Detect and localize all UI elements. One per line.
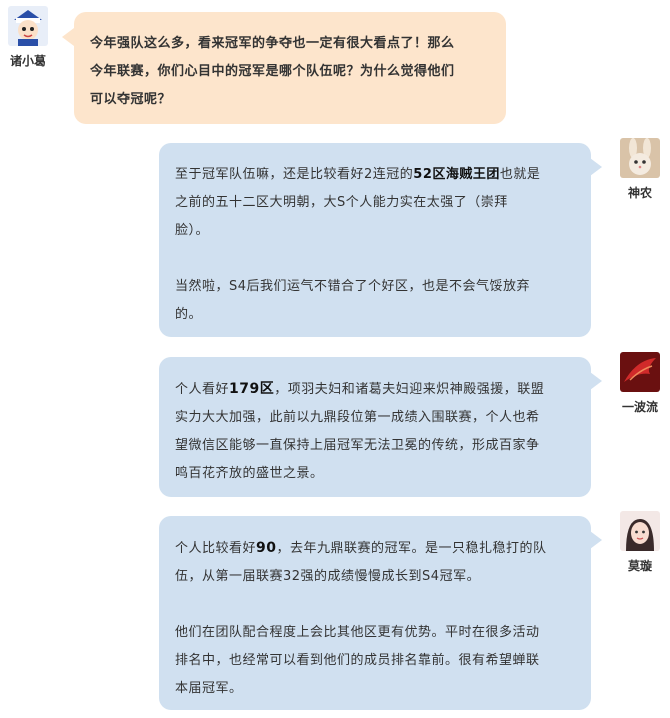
message-bubble: 个人看好179区，项羽夫妇和诸葛夫妇迎来炽神殿强援，联盟 实力大大加强，此前以九… bbox=[159, 357, 591, 497]
message-text: 个人比较看好 bbox=[175, 541, 257, 556]
avatar-moxuan[interactable] bbox=[620, 511, 660, 551]
sender-name: 神农 bbox=[627, 186, 652, 200]
bubble-tail bbox=[62, 28, 74, 46]
red-bird-icon bbox=[620, 352, 660, 392]
bubble-tail bbox=[590, 158, 602, 176]
highlight-team: 90 bbox=[256, 540, 277, 556]
message-text: 也就是 bbox=[499, 167, 541, 182]
message-paragraph: 个人比较看好90，去年九鼎联赛的冠军。是一只稳扎稳打的队 伍，从第一届联赛32强… bbox=[175, 534, 577, 591]
message-line: 今年强队这么多，看来冠军的争夺也一定有很大看点了！那么 bbox=[90, 36, 455, 51]
highlight-team: 52区海贼王团 bbox=[413, 167, 500, 182]
avatar-zhuxiaoge[interactable] bbox=[8, 6, 48, 46]
message-text: 之前的五十二区大明朝，大S个人能力实在太强了（崇拜 bbox=[175, 195, 508, 210]
bunny-photo-icon bbox=[620, 138, 660, 178]
message-bubble: 至于冠军队伍嘛，还是比较看好2连冠的52区海贼王团也就是 之前的五十二区大明朝，… bbox=[159, 143, 591, 337]
message-text: 望微信区能够一直保持上届冠军无法卫冕的传统，形成百家争 bbox=[175, 438, 540, 453]
message-paragraph: 他们在团队配合程度上会比其他区更有优势。平时在很多活动 排名中，也经常可以看到他… bbox=[175, 619, 577, 703]
sender-name: 莫璇 bbox=[627, 559, 652, 573]
message-text: ，项羽夫妇和诸葛夫妇迎来炽神殿强援，联盟 bbox=[274, 382, 545, 397]
message-text: 个人看好 bbox=[175, 382, 230, 397]
message-text: 实力大大加强，此前以九鼎段位第一成绩入围联赛，个人也希 bbox=[175, 410, 540, 425]
message-text: 他们在团队配合程度上会比其他区更有优势。平时在很多活动 bbox=[175, 625, 540, 640]
message-text: 伍，从第一届联赛32强的成绩慢慢成长到S4冠军。 bbox=[175, 569, 481, 584]
message-text: 排名中，也经常可以看到他们的成员排名靠前。很有希望蝉联 bbox=[175, 653, 540, 668]
message-line: 今年联赛，你们心目中的冠军是哪个队伍呢？为什么觉得他们 bbox=[90, 64, 455, 79]
bubble-tail bbox=[590, 372, 602, 390]
message-text: 鸣百花齐放的盛世之景。 bbox=[175, 466, 324, 481]
cartoon-character-icon bbox=[8, 6, 48, 46]
message-paragraph: 个人看好179区，项羽夫妇和诸葛夫妇迎来炽神殿强援，联盟 实力大大加强，此前以九… bbox=[175, 375, 577, 488]
message-text: 脸）。 bbox=[175, 223, 210, 238]
message-text: 的。 bbox=[175, 307, 203, 322]
highlight-team: 179区 bbox=[229, 381, 275, 397]
message-bubble: 今年强队这么多，看来冠军的争夺也一定有很大看点了！那么 今年联赛，你们心目中的冠… bbox=[74, 12, 506, 124]
bubble-tail bbox=[590, 531, 602, 549]
message-text: 至于冠军队伍嘛，还是比较看好2连冠的 bbox=[175, 167, 414, 182]
message-text: 本届冠军。 bbox=[175, 681, 243, 696]
message-paragraph: 当然啦，S4后我们运气不错合了个好区，也是不会气馁放弃 的。 bbox=[175, 273, 577, 329]
message-line: 可以夺冠呢？ bbox=[90, 92, 172, 107]
message-text: 当然啦，S4后我们运气不错合了个好区，也是不会气馁放弃 bbox=[175, 279, 531, 294]
avatar-yiboliu[interactable] bbox=[620, 352, 660, 392]
girl-photo-icon bbox=[620, 511, 660, 551]
message-bubble: 个人比较看好90，去年九鼎联赛的冠军。是一只稳扎稳打的队 伍，从第一届联赛32强… bbox=[159, 516, 591, 710]
message-text: ，去年九鼎联赛的冠军。是一只稳扎稳打的队 bbox=[276, 541, 547, 556]
avatar-shennong[interactable] bbox=[620, 138, 660, 178]
message-paragraph: 至于冠军队伍嘛，还是比较看好2连冠的52区海贼王团也就是 之前的五十二区大明朝，… bbox=[175, 161, 577, 245]
sender-name: 一波流 bbox=[621, 400, 658, 414]
sender-name: 诸小葛 bbox=[9, 54, 46, 68]
